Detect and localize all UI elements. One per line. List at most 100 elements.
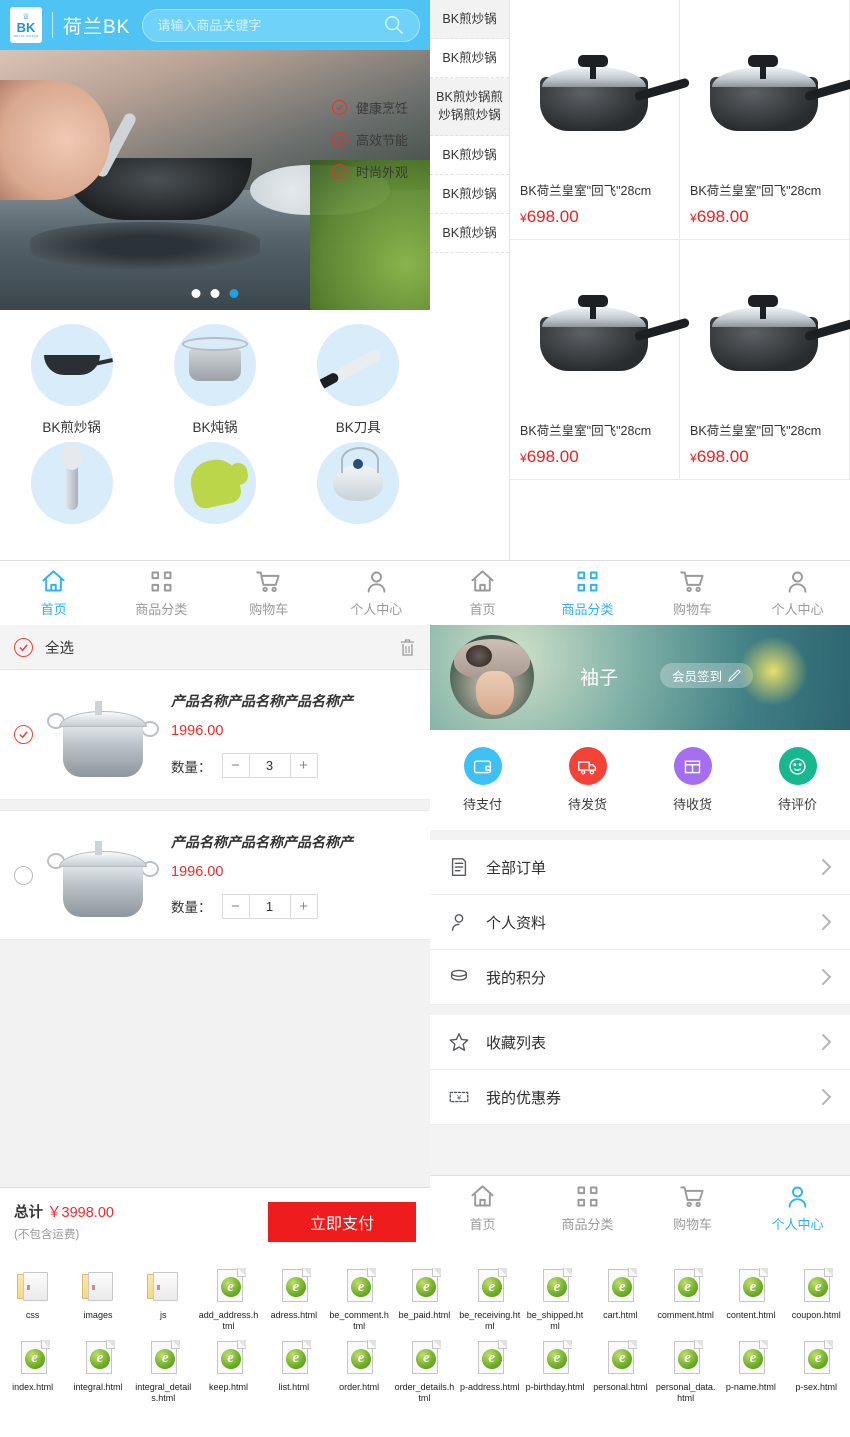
order-status-label: 待评价 [777,797,817,812]
tab-profile[interactable]: 个人中心 [745,561,850,625]
product-card[interactable]: BK荷兰皇室"回飞"28cm ¥698.00 [510,0,690,240]
tab-home[interactable]: 首页 [430,561,535,625]
product-name: BK荷兰皇室"回飞"28cm [520,424,652,438]
file-item[interactable]: e p-name.html [718,1333,783,1405]
tab-category[interactable]: 商品分类 [535,1176,640,1240]
avatar[interactable] [450,635,534,719]
tab-cart[interactable]: 购物车 [640,561,745,625]
order-status-to-ship[interactable]: 待发货 [535,747,640,813]
file-item[interactable]: e index.html [0,1333,65,1405]
product-grid: BK荷兰皇室"回飞"28cm ¥698.00 BK荷兰皇室"回飞"28cm ¥6… [510,0,850,560]
file-item[interactable]: e coupon.html [784,1261,849,1333]
file-item[interactable]: e be_comment.html [326,1261,391,1333]
carousel-dot-active[interactable] [229,289,239,298]
sidebar-item-1[interactable]: BK煎炒锅 [430,39,509,79]
search-box[interactable] [142,8,420,42]
cart-item[interactable]: 产品名称产品名称产品名称产 1996.00 数量： − 1 + [0,810,430,940]
file-item[interactable]: e p-address.html [457,1333,522,1405]
file-item[interactable]: e p-sex.html [784,1333,849,1405]
tab-home[interactable]: 首页 [430,1176,535,1240]
file-item[interactable]: e content.html [718,1261,783,1333]
search-input[interactable] [157,17,383,33]
category-shortcut-knife[interactable]: BK刀具 [287,324,430,436]
category-shortcut-label: BK炖锅 [192,420,238,435]
hero-carousel[interactable]: 健康烹饪 高效节能 时尚外观 [0,50,430,310]
file-item[interactable]: e comment.html [653,1261,718,1333]
html-file-icon: e [798,1339,834,1379]
menu-item-label: 个人资料 [486,914,547,932]
decrement-button[interactable]: − [223,754,249,777]
search-icon[interactable] [383,14,405,36]
file-item[interactable]: js [131,1261,196,1333]
chevron-right-icon [821,968,832,986]
quantity-value[interactable]: 3 [248,754,291,777]
carousel-dots[interactable] [191,289,239,298]
quantity-value[interactable]: 1 [248,894,291,918]
file-item[interactable]: e be_shipped.html [522,1261,587,1333]
menu-item-coupons[interactable]: ¥ 我的优惠券 [430,1070,850,1125]
order-status-to-review[interactable]: 待评价 [745,747,850,813]
product-card[interactable]: BK荷兰皇室"回飞"28cm ¥698.00 [510,240,690,480]
menu-item-all-orders[interactable]: 全部订单 [430,840,850,895]
tab-category[interactable]: 商品分类 [108,561,216,625]
menu-item-personal-info[interactable]: 个人资料 [430,895,850,950]
file-item[interactable]: e adress.html [261,1261,326,1333]
carousel-dot[interactable] [210,289,220,298]
file-item[interactable]: e keep.html [196,1333,261,1405]
file-item[interactable]: e personal_data.html [653,1333,718,1405]
select-all-checkbox[interactable] [14,637,33,657]
category-shortcut-glove[interactable] [143,442,286,534]
tab-profile[interactable]: 个人中心 [745,1176,850,1240]
file-name: be_shipped.html [526,1310,584,1332]
product-card[interactable]: BK荷兰皇室"回飞"28cm ¥698.00 [680,240,850,480]
sidebar-item-5[interactable]: BK煎炒锅 [430,214,509,253]
product-card[interactable]: BK荷兰皇室"回飞"28cm ¥698.00 [680,0,850,240]
file-item[interactable]: e p-birthday.html [522,1333,587,1405]
person-icon [788,1186,807,1208]
file-item[interactable]: images [65,1261,130,1333]
order-status-to-receive[interactable]: 待收货 [640,747,745,813]
menu-item-points[interactable]: 我的积分 [430,950,850,1005]
file-item[interactable]: e personal.html [588,1333,653,1405]
increment-button[interactable]: + [291,754,317,777]
sidebar-item-2[interactable]: BK煎炒锅煎炒锅煎炒锅 [430,78,509,136]
tab-profile[interactable]: 个人中心 [323,561,431,625]
category-shortcut-frying-pan[interactable]: BK煎炒锅 [0,324,143,436]
trash-icon[interactable] [399,638,416,657]
increment-button[interactable]: + [291,895,317,918]
cart-footer: 总计 ￥3998.00 (不包含运费) 立即支付 [0,1187,430,1255]
file-item[interactable]: e cart.html [588,1261,653,1333]
category-shortcut-spoon[interactable] [0,442,143,534]
item-checkbox[interactable] [14,865,33,885]
quantity-stepper[interactable]: − 3 + [221,753,318,778]
tab-cart[interactable]: 购物车 [640,1176,745,1240]
tab-cart[interactable]: 购物车 [215,561,323,625]
tab-home[interactable]: 首页 [0,561,108,625]
cart-item[interactable]: 产品名称产品名称产品名称产 1996.00 数量： − 3 + [0,670,430,800]
file-item[interactable]: e be_paid.html [392,1261,457,1333]
category-shortcut-teapot[interactable] [287,442,430,534]
file-item[interactable]: e list.html [261,1333,326,1405]
member-signin-button[interactable]: 会员签到 [660,663,754,688]
quantity-stepper[interactable]: − 1 + [221,893,318,919]
sidebar-item-3[interactable]: BK煎炒锅 [430,136,509,175]
tab-category[interactable]: 商品分类 [535,561,640,625]
file-item[interactable]: e be_receiving.html [457,1261,522,1333]
file-item[interactable]: e integral.html [65,1333,130,1405]
file-item[interactable]: e integral_details.html [131,1333,196,1405]
file-item[interactable]: css [0,1261,65,1333]
order-status-to-pay[interactable]: 待支付 [430,747,535,813]
sidebar-item-0[interactable]: BK煎炒锅 [430,0,509,40]
category-shortcut-stock-pot[interactable]: BK炖锅 [143,324,286,436]
menu-item-favorites[interactable]: 收藏列表 [430,1015,850,1070]
file-item[interactable]: e order.html [326,1333,391,1405]
carousel-dot[interactable] [191,289,201,298]
html-file-icon: e [798,1267,834,1307]
file-item[interactable]: e add_address.html [196,1261,261,1333]
item-checkbox[interactable] [14,725,33,744]
tab-label: 商品分类 [561,602,614,617]
decrement-button[interactable]: − [223,895,249,918]
pay-now-button[interactable]: 立即支付 [268,1201,416,1242]
file-item[interactable]: e order_details.html [392,1333,457,1405]
sidebar-item-4[interactable]: BK煎炒锅 [430,175,509,214]
